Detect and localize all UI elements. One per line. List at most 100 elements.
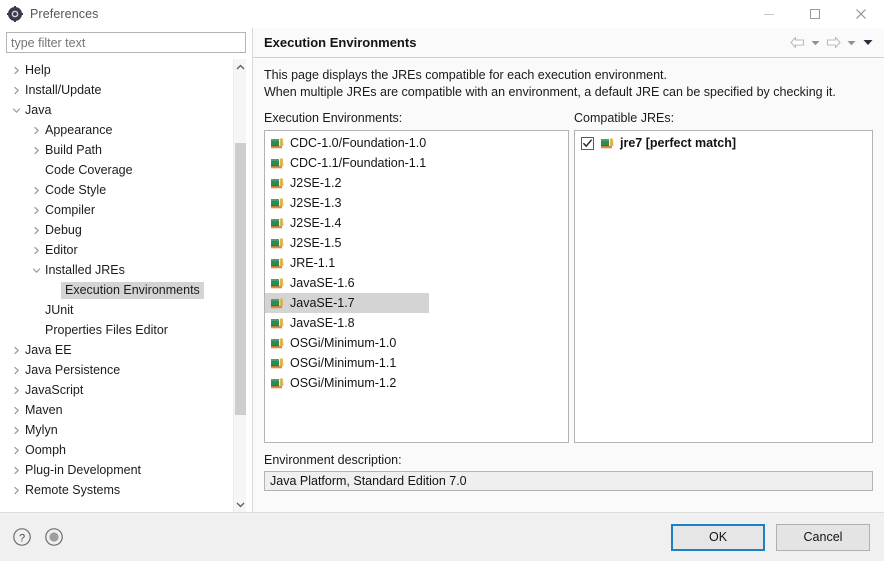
checkbox[interactable] [581,136,594,150]
back-menu-chevron-down-icon[interactable] [809,34,822,51]
chevron-down-icon[interactable] [28,266,44,275]
sidebar-item-label: Debug [45,223,82,237]
chevron-up-icon[interactable] [234,59,246,75]
chevron-right-icon[interactable] [8,346,24,355]
sidebar-item-label: Java [25,103,52,117]
list-item[interactable]: JRE-1.1 [265,253,568,273]
sidebar-item-code-style[interactable]: Code Style [6,180,232,200]
chevron-right-icon[interactable] [8,466,24,475]
sidebar-item-execution-environments[interactable]: Execution Environments [6,280,232,300]
jre-icon [270,295,286,311]
chevron-right-icon[interactable] [8,486,24,495]
chevron-right-icon[interactable] [8,446,24,455]
list-item[interactable]: CDC-1.1/Foundation-1.1 [265,153,568,173]
chevron-right-icon[interactable] [28,186,44,195]
sidebar-item-help[interactable]: Help [6,60,232,80]
minimize-button[interactable] [746,0,792,28]
sidebar-item-installed-jres[interactable]: Installed JREs [6,260,232,280]
list-item[interactable]: J2SE-1.5 [265,233,568,253]
chevron-right-icon[interactable] [8,426,24,435]
sidebar-item-label: Mylyn [25,423,58,437]
sidebar-item-maven[interactable]: Maven [6,400,232,420]
sidebar-item-label: Build Path [45,143,102,157]
chevron-right-icon[interactable] [8,66,24,75]
close-button[interactable] [838,0,884,28]
back-arrow-icon[interactable] [789,34,806,51]
forward-arrow-icon[interactable] [825,34,842,51]
list-item[interactable]: J2SE-1.2 [265,173,568,193]
execution-environment-label: J2SE-1.4 [290,216,342,230]
cancel-button[interactable]: Cancel [776,523,870,551]
list-item[interactable]: jre7 [perfect match] [575,133,872,153]
sidebar-item-mylyn[interactable]: Mylyn [6,420,232,440]
title-bar: Preferences [0,0,884,28]
execution-environment-label: CDC-1.0/Foundation-1.0 [290,136,427,150]
sidebar-item-debug[interactable]: Debug [6,220,232,240]
sidebar-item-label: Editor [45,243,78,257]
restore-defaults-icon[interactable] [43,526,65,548]
sidebar-item-label: Properties Files Editor [45,323,168,337]
execution-environment-label: J2SE-1.2 [290,176,342,190]
list-item[interactable]: J2SE-1.4 [265,213,568,233]
filter-input[interactable] [6,32,246,53]
compatible-jres-list[interactable]: jre7 [perfect match] [574,130,873,443]
page-pane: Execution Environments This page display… [252,28,884,512]
list-item[interactable]: JavaSE-1.8 [265,313,568,333]
execution-environment-label: JRE-1.1 [290,256,336,270]
jre-icon [270,235,286,251]
scrollbar-thumb[interactable] [235,142,246,415]
list-item[interactable]: OSGi/Minimum-1.1 [265,353,568,373]
list-item[interactable]: J2SE-1.3 [265,193,568,213]
execution-environments-list[interactable]: CDC-1.0/Foundation-1.0 CDC-1.1/Foundation… [264,130,569,443]
chevron-right-icon[interactable] [8,86,24,95]
list-item[interactable]: OSGi/Minimum-1.2 [265,373,568,393]
sidebar-item-label: JavaScript [25,383,84,397]
chevron-right-icon[interactable] [28,146,44,155]
execution-environment-label: CDC-1.1/Foundation-1.1 [290,156,427,170]
sidebar-item-label: Compiler [45,203,96,217]
maximize-button[interactable] [792,0,838,28]
forward-menu-chevron-down-icon[interactable] [845,34,858,51]
execution-environments-label: Execution Environments: [264,111,403,125]
chevron-right-icon[interactable] [28,126,44,135]
execution-environment-label: JavaSE-1.8 [290,316,355,330]
chevron-right-icon[interactable] [28,226,44,235]
chevron-down-icon[interactable] [8,106,24,115]
sidebar-item-code-coverage[interactable]: Code Coverage [6,160,232,180]
sidebar-item-javascript[interactable]: JavaScript [6,380,232,400]
execution-environment-label: JavaSE-1.6 [290,276,355,290]
sidebar-item-oomph[interactable]: Oomph [6,440,232,460]
chevron-down-icon[interactable] [234,496,246,512]
execution-environment-label: J2SE-1.3 [290,196,342,210]
execution-environment-label: OSGi/Minimum-1.1 [290,356,397,370]
sidebar-item-label: Execution Environments [61,281,204,299]
jre-icon [270,275,286,291]
sidebar-item-editor[interactable]: Editor [6,240,232,260]
sidebar-item-compiler[interactable]: Compiler [6,200,232,220]
chevron-right-icon[interactable] [8,406,24,415]
list-item[interactable]: JavaSE-1.6 [265,273,568,293]
environment-description-section: Environment description: Java Platform, … [264,453,873,491]
help-icon[interactable]: ? [11,526,33,548]
sidebar-item-build-path[interactable]: Build Path [6,140,232,160]
more-menu-chevron-down-filled-icon[interactable] [861,34,874,51]
dialog-footer: ? OK Cancel [0,512,884,561]
ok-button[interactable]: OK [671,523,765,551]
sidebar-scrollbar[interactable] [233,59,246,512]
list-item[interactable]: OSGi/Minimum-1.0 [265,333,568,353]
sidebar-item-properties-files-editor[interactable]: Properties Files Editor [6,320,232,340]
list-item[interactable]: CDC-1.0/Foundation-1.0 [265,133,568,153]
list-item[interactable]: JavaSE-1.7 [265,293,429,313]
sidebar-item-java-persistence[interactable]: Java Persistence [6,360,232,380]
chevron-right-icon[interactable] [8,366,24,375]
sidebar-item-plug-in-development[interactable]: Plug-in Development [6,460,232,480]
sidebar-item-install-update[interactable]: Install/Update [6,80,232,100]
sidebar-item-appearance[interactable]: Appearance [6,120,232,140]
chevron-right-icon[interactable] [28,206,44,215]
sidebar-item-remote-systems[interactable]: Remote Systems [6,480,232,500]
chevron-right-icon[interactable] [28,246,44,255]
sidebar-item-java-ee[interactable]: Java EE [6,340,232,360]
sidebar-item-junit[interactable]: JUnit [6,300,232,320]
chevron-right-icon[interactable] [8,386,24,395]
sidebar-item-java[interactable]: Java [6,100,232,120]
